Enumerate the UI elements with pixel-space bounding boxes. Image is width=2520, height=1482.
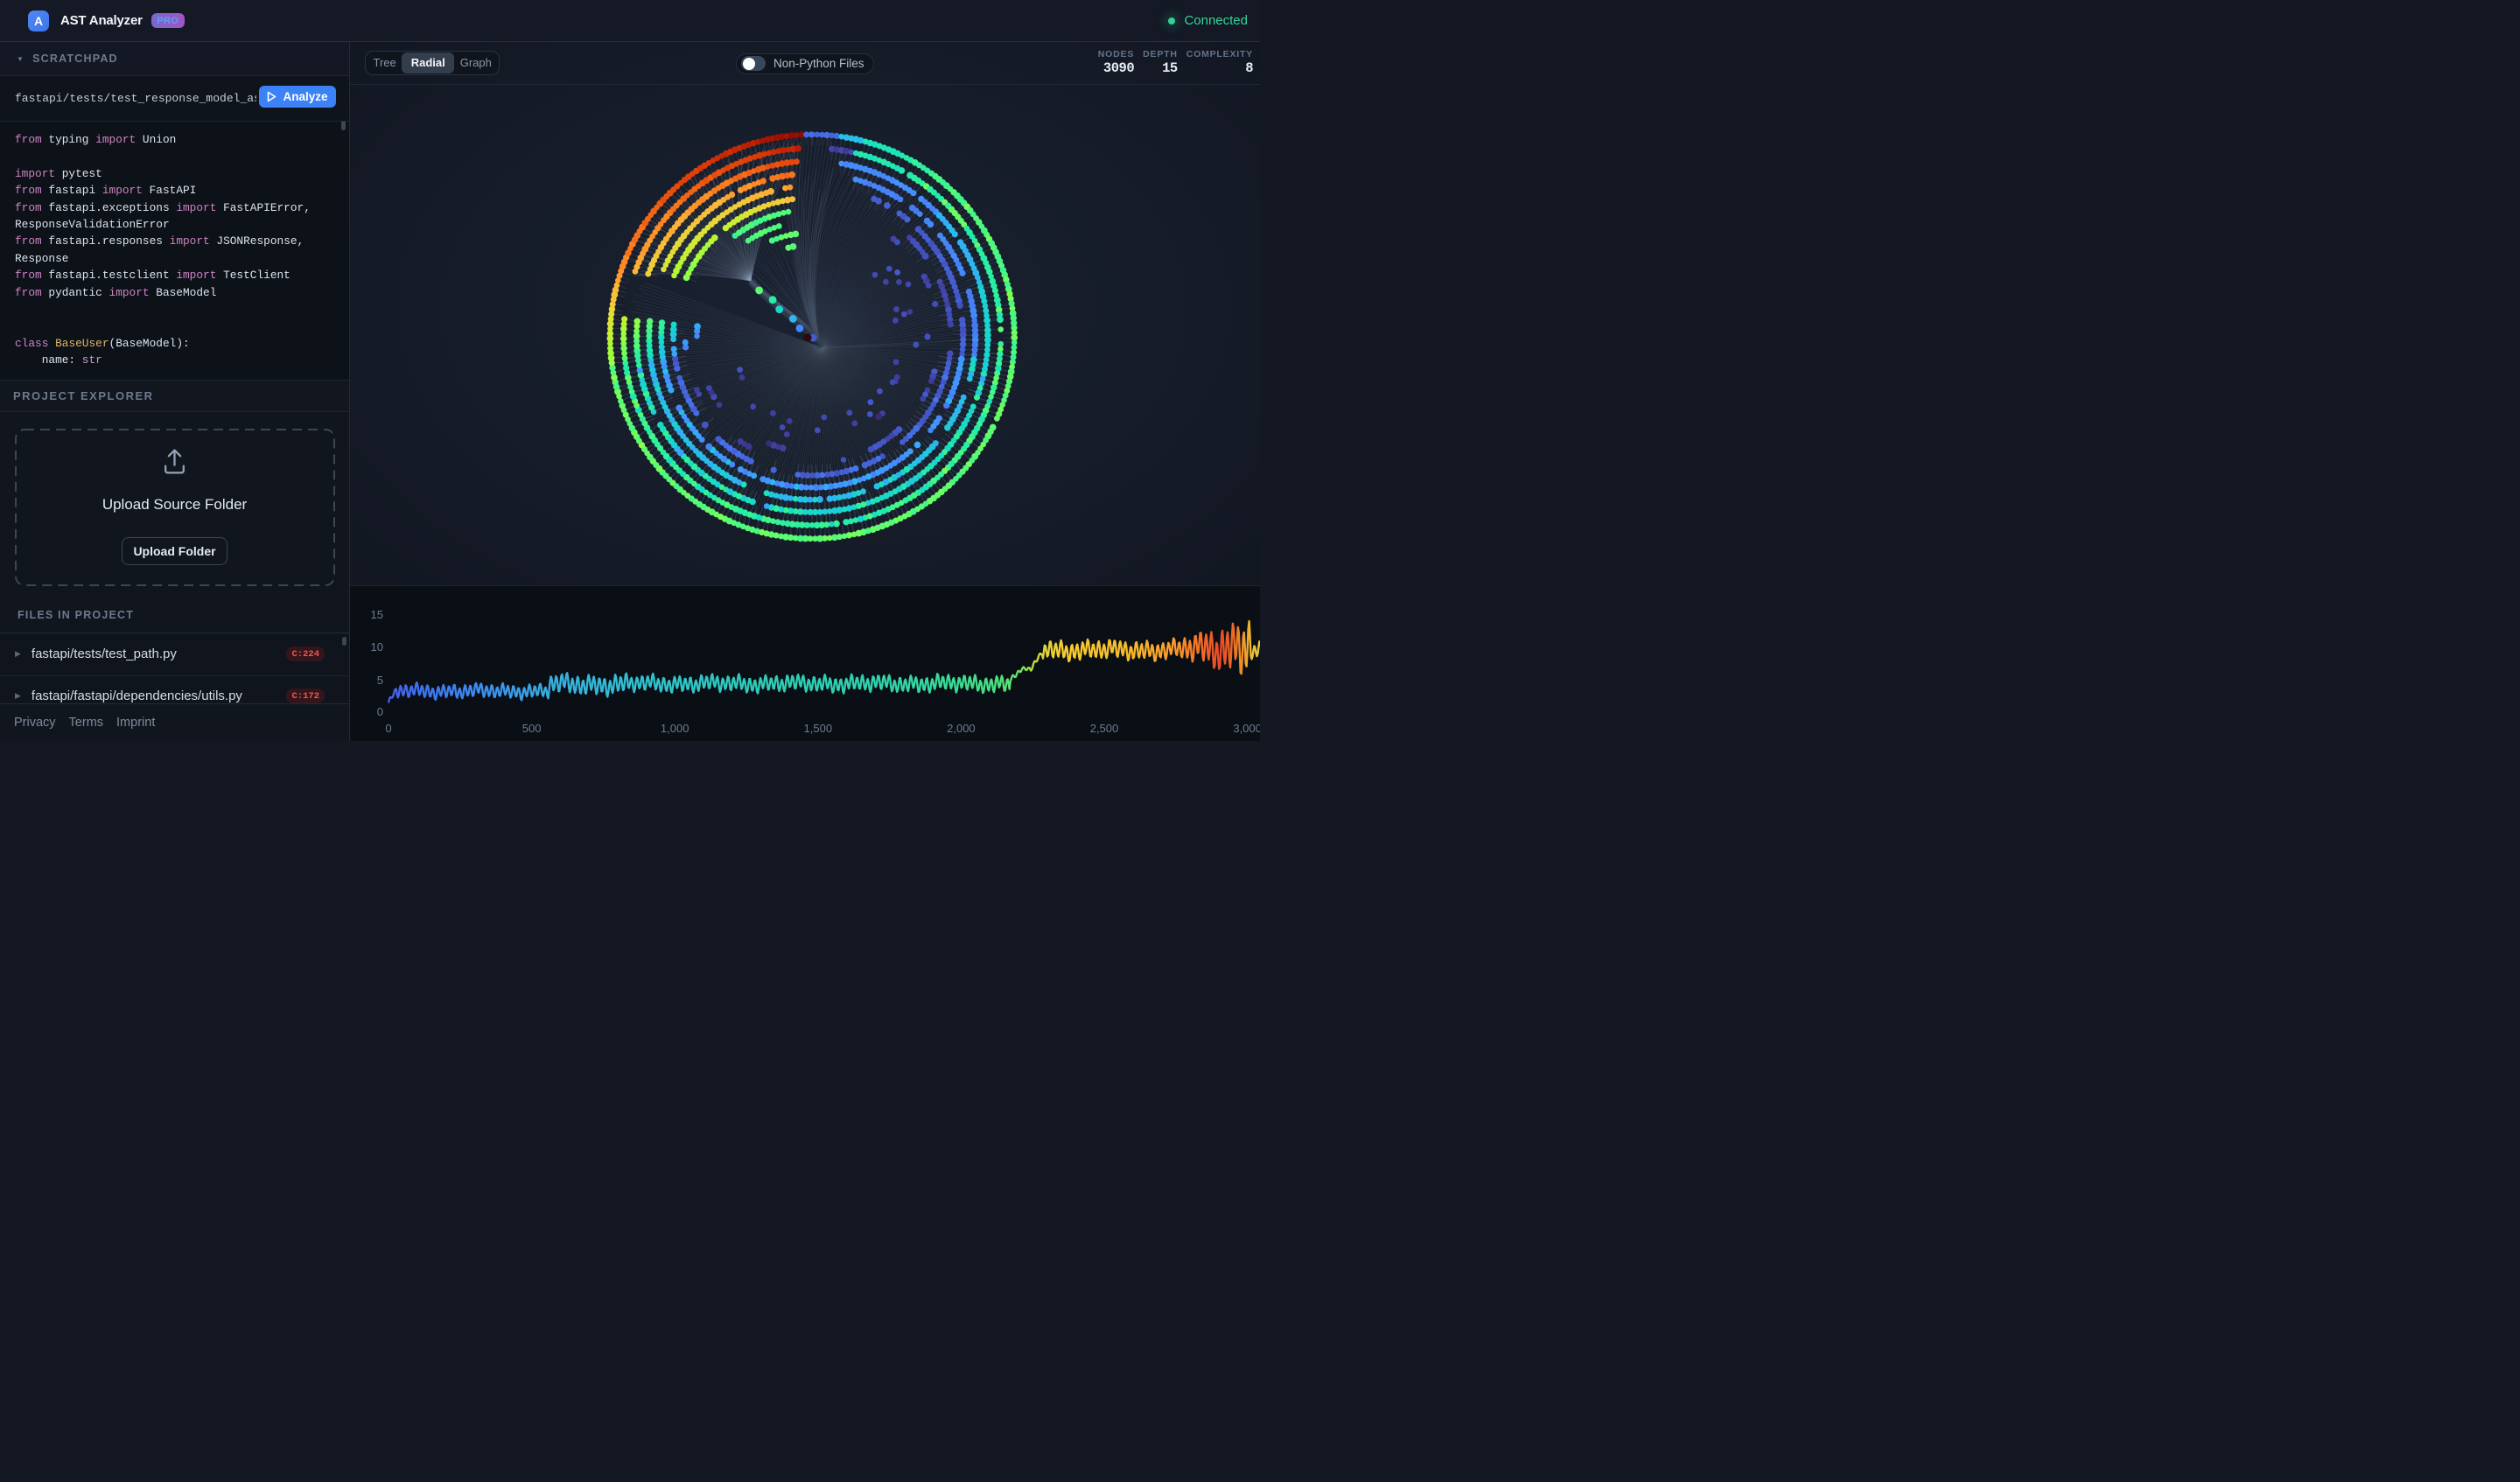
svg-text:500: 500 <box>522 722 542 735</box>
svg-text:3,000: 3,000 <box>1233 722 1260 735</box>
svg-text:1,500: 1,500 <box>804 722 833 735</box>
svg-text:15: 15 <box>371 608 383 621</box>
svg-text:2,000: 2,000 <box>947 722 976 735</box>
svg-text:10: 10 <box>371 640 383 654</box>
svg-text:1,000: 1,000 <box>661 722 690 735</box>
svg-text:0: 0 <box>385 722 391 735</box>
svg-text:5: 5 <box>377 674 383 687</box>
svg-text:0: 0 <box>377 705 383 718</box>
svg-text:2,500: 2,500 <box>1090 722 1119 735</box>
